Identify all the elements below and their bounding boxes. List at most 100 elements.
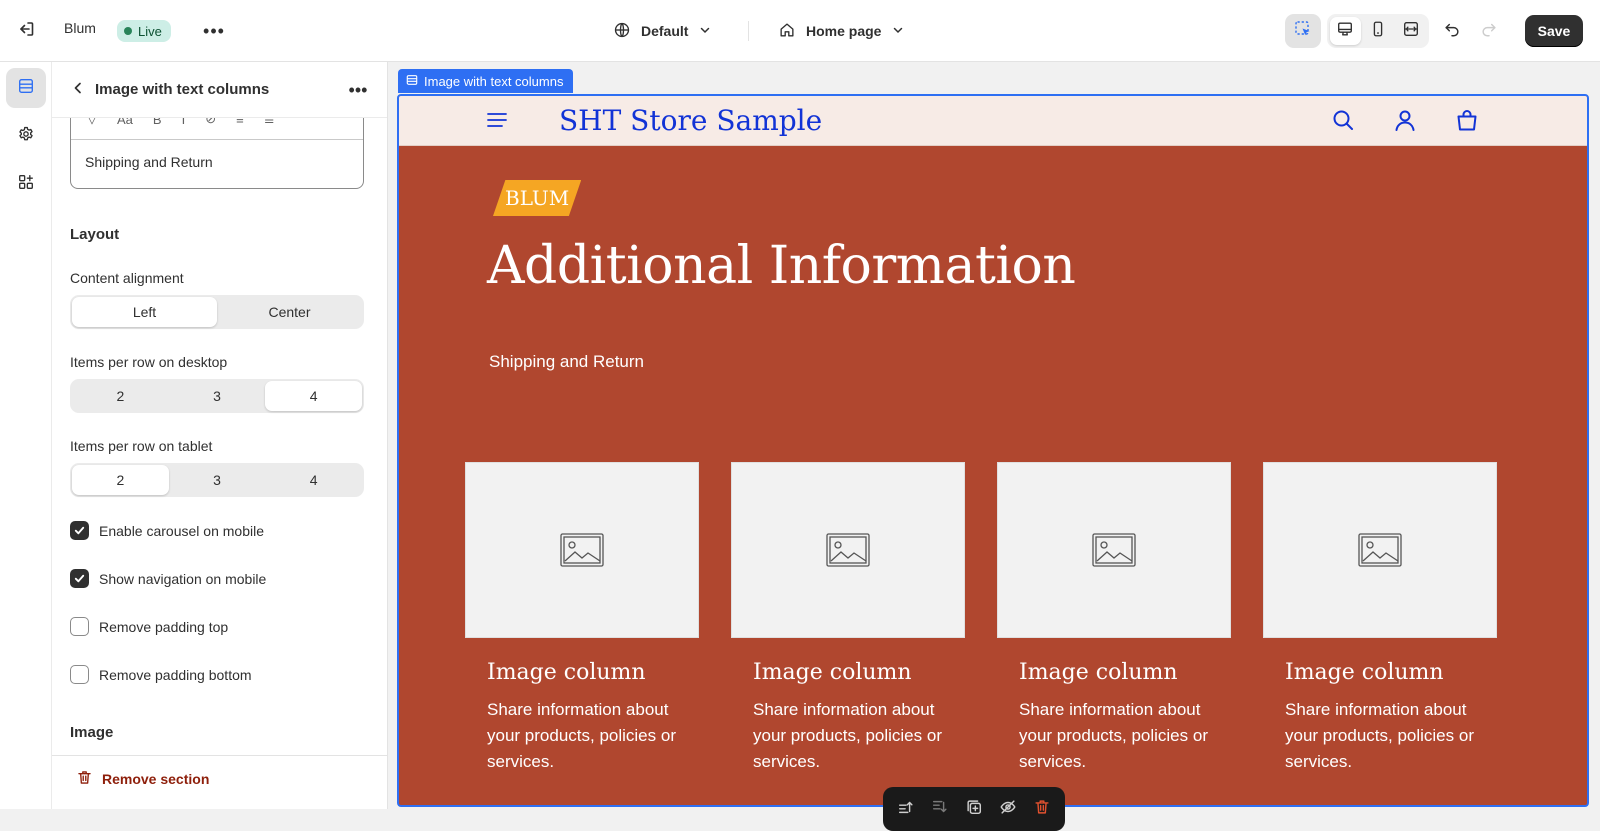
- image-heading: Image: [70, 724, 114, 741]
- desktop-option-2[interactable]: 2: [72, 381, 169, 411]
- topbar-divider: [748, 21, 749, 41]
- panel-title: Image with text columns: [95, 81, 270, 98]
- save-button[interactable]: Save: [1525, 15, 1583, 47]
- padding-top-checkbox-row[interactable]: Remove padding top: [70, 617, 228, 636]
- device-preview-group: [1327, 14, 1429, 48]
- tablet-option-2[interactable]: 2: [72, 465, 169, 495]
- checkbox-checked[interactable]: [70, 569, 89, 588]
- exit-button[interactable]: [12, 18, 40, 44]
- theme-label: Default: [641, 23, 689, 39]
- column-title: Image column: [1285, 660, 1444, 685]
- tablet-items-label: Items per row on tablet: [70, 438, 213, 454]
- column-title: Image column: [753, 660, 912, 685]
- checkbox-checked[interactable]: [70, 521, 89, 540]
- image-column-card[interactable]: Image column Share information about you…: [731, 462, 965, 775]
- redo-button[interactable]: [1475, 17, 1503, 45]
- undo-button[interactable]: [1438, 17, 1466, 45]
- remove-section-label: Remove section: [102, 771, 210, 787]
- remove-section-button[interactable]: Remove section: [76, 769, 209, 789]
- apps-button[interactable]: [6, 164, 46, 204]
- sections-icon: [17, 77, 35, 100]
- image-placeholder: [1263, 462, 1497, 638]
- gear-icon: [17, 125, 35, 148]
- image-placeholder: [465, 462, 699, 638]
- checkbox-label: Enable carousel on mobile: [99, 522, 264, 539]
- alignment-option-center[interactable]: Center: [217, 297, 362, 327]
- section-selection-tag[interactable]: Image with text columns: [398, 69, 574, 93]
- desktop-preview-button[interactable]: [1330, 17, 1361, 45]
- delete-button[interactable]: [1028, 795, 1056, 823]
- navigation-mobile-checkbox-row[interactable]: Show navigation on mobile: [70, 569, 266, 588]
- page-selector[interactable]: Home page: [778, 17, 905, 45]
- section-settings-panel: Image with text columns ••• ▽ Aa B I ⊘ ≡…: [52, 62, 388, 809]
- desktop-icon: [1336, 20, 1354, 43]
- fullwidth-icon: [1402, 20, 1420, 43]
- desktop-option-3[interactable]: 3: [169, 381, 266, 411]
- mobile-preview-button[interactable]: [1363, 17, 1394, 45]
- move-down-button[interactable]: [926, 795, 954, 823]
- section-icon: [406, 74, 418, 89]
- carousel-mobile-checkbox-row[interactable]: Enable carousel on mobile: [70, 521, 264, 540]
- inspector-toggle-button[interactable]: [1285, 14, 1321, 48]
- image-column-card[interactable]: Image column Share information about you…: [1263, 462, 1497, 775]
- icon-rail: [0, 62, 52, 809]
- theme-selector[interactable]: Default: [613, 17, 712, 45]
- alignment-segmented-control: Left Center: [70, 295, 364, 329]
- search-icon[interactable]: [1329, 106, 1357, 134]
- live-dot-icon: [124, 27, 132, 35]
- alignment-option-left[interactable]: Left: [72, 297, 217, 327]
- tablet-option-4[interactable]: 4: [265, 465, 362, 495]
- menu-icon[interactable]: [485, 110, 509, 130]
- tablet-items-segmented-control: 2 3 4: [70, 463, 364, 497]
- back-button[interactable]: [66, 78, 90, 102]
- sections-button[interactable]: [6, 68, 46, 108]
- panel-more-button[interactable]: •••: [344, 78, 372, 102]
- theme-settings-button[interactable]: [6, 116, 46, 156]
- desktop-option-4[interactable]: 4: [265, 381, 363, 411]
- chevron-down-icon: [891, 23, 905, 40]
- redo-icon: [1480, 20, 1498, 43]
- apps-icon: [17, 173, 35, 196]
- fullwidth-preview-button[interactable]: [1395, 17, 1426, 45]
- checkbox-unchecked[interactable]: [70, 665, 89, 684]
- move-up-button[interactable]: [892, 795, 920, 823]
- column-text: Share information about your products, p…: [1019, 700, 1208, 771]
- page-label: Home page: [806, 23, 882, 39]
- more-icon: •••: [348, 79, 368, 100]
- desktop-items-label: Items per row on desktop: [70, 354, 228, 370]
- column-title: Image column: [487, 660, 646, 685]
- brand-badge: BLUM: [493, 180, 582, 216]
- column-title: Image column: [1019, 660, 1178, 685]
- panel-header: Image with text columns •••: [52, 62, 387, 118]
- duplicate-button[interactable]: [960, 795, 988, 823]
- exit-icon: [16, 19, 36, 44]
- editor-content[interactable]: Shipping and Return: [85, 154, 213, 170]
- move-down-icon: [931, 798, 949, 821]
- padding-bottom-checkbox-row[interactable]: Remove padding bottom: [70, 665, 252, 684]
- section-subheading[interactable]: Shipping and Return: [489, 352, 644, 372]
- checkbox-unchecked[interactable]: [70, 617, 89, 636]
- store-logo[interactable]: SHT Store Sample: [559, 104, 822, 137]
- home-icon: [778, 21, 796, 42]
- duplicate-icon: [965, 798, 983, 821]
- account-icon[interactable]: [1391, 106, 1419, 134]
- tablet-option-3[interactable]: 3: [169, 465, 266, 495]
- delete-icon: [1033, 798, 1051, 821]
- section-floating-toolbar: [883, 787, 1065, 831]
- status-badge: Live: [117, 20, 171, 42]
- image-column-card[interactable]: Image column Share information about you…: [997, 462, 1231, 775]
- column-text: Share information about your products, p…: [1285, 700, 1474, 771]
- selected-section-frame[interactable]: SHT Store Sample BLUM Additional Informa…: [397, 94, 1589, 807]
- cart-icon[interactable]: [1453, 106, 1481, 134]
- image-column-card[interactable]: Image column Share information about you…: [465, 462, 699, 775]
- move-up-icon: [897, 798, 915, 821]
- alignment-label: Content alignment: [70, 270, 184, 286]
- image-placeholder: [997, 462, 1231, 638]
- inspector-icon: [1293, 19, 1313, 44]
- hide-button[interactable]: [994, 795, 1022, 823]
- section-heading[interactable]: Additional Information: [487, 236, 1076, 296]
- hide-icon: [999, 798, 1017, 821]
- panel-footer: Remove section: [52, 755, 387, 809]
- more-actions-button[interactable]: •••: [200, 19, 228, 43]
- column-text: Share information about your products, p…: [753, 700, 942, 771]
